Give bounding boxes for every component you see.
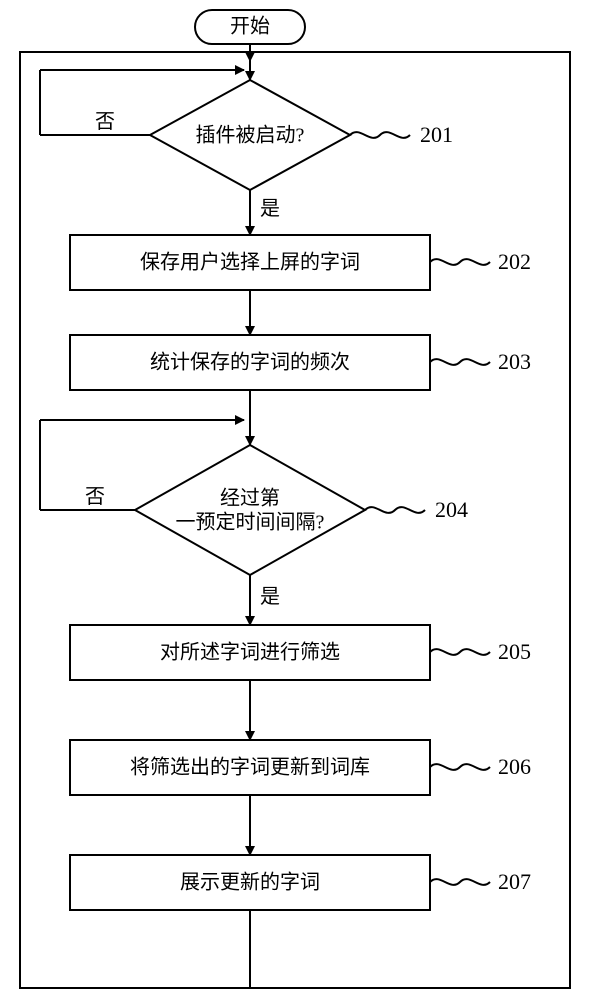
no-label-1: 否 bbox=[95, 111, 115, 133]
process-206-label: 将筛选出的字词更新到词库 bbox=[130, 756, 370, 779]
yes-label-2: 是 bbox=[260, 586, 280, 608]
ref-204: 204 bbox=[435, 497, 468, 522]
process-207-label: 展示更新的字词 bbox=[180, 871, 320, 894]
no-label-2: 否 bbox=[85, 486, 105, 508]
process-205-label: 对所述字词进行筛选 bbox=[160, 641, 340, 664]
decision-201-label: 插件被启动? bbox=[196, 124, 305, 147]
start-label: 开始 bbox=[230, 15, 270, 38]
ref-202: 202 bbox=[498, 249, 531, 274]
ref-201: 201 bbox=[420, 122, 453, 147]
yes-label-1: 是 bbox=[260, 198, 280, 220]
ref-206: 206 bbox=[498, 754, 531, 779]
flowchart-diagram: 开始 插件被启动? 201 否 是 保存用户选择上屏的字词 202 统计保存的字… bbox=[0, 0, 591, 1000]
decision-204-label-b: 一预定时间间隔? bbox=[176, 511, 325, 534]
ref-205: 205 bbox=[498, 639, 531, 664]
ref-203: 203 bbox=[498, 349, 531, 374]
decision-204-label-a: 经过第 bbox=[220, 487, 280, 510]
ref-207: 207 bbox=[498, 869, 531, 894]
process-203-label: 统计保存的字词的频次 bbox=[150, 351, 350, 374]
process-202-label: 保存用户选择上屏的字词 bbox=[140, 251, 360, 274]
